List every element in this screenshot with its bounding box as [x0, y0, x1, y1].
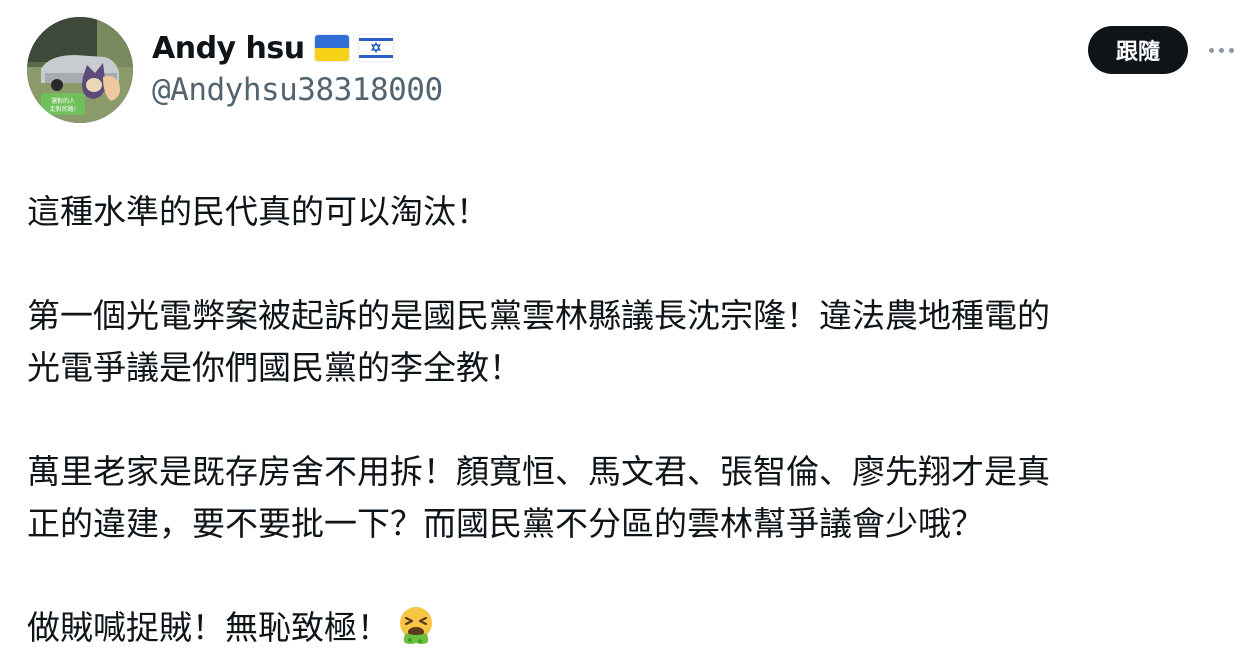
tweet-paragraph-text: 做賊喊捉賊！無恥致極！ — [27, 608, 390, 647]
more-dot — [1208, 47, 1214, 53]
tweet-paragraph: 這種水準的民代真的可以淘汰！ — [27, 192, 489, 231]
user-handle[interactable]: @Andyhsu38318000 — [152, 72, 443, 108]
display-name-text[interactable]: Andy hsu — [152, 31, 305, 66]
ukraine-flag-icon — [314, 35, 349, 61]
tweet-paragraph: 第一個光電弊案被起訴的是國民黨雲林縣議長沈宗隆！違法農地種電的 光電爭議是你們國… — [27, 296, 1050, 387]
more-dot — [1218, 47, 1224, 53]
tweet-paragraph: 萬里老家是既存房舍不用拆！顏寬恒、馬文君、張智倫、廖先翔才是真 正的違建，要不要… — [27, 452, 1050, 543]
avatar-caption-line-1: 選對的人 — [51, 97, 75, 105]
avatar[interactable]: 選對的人 走對的路! — [27, 17, 133, 123]
avatar-caption-line-2: 走對的路! — [50, 105, 76, 113]
follow-button[interactable]: 跟隨 — [1088, 26, 1188, 74]
tweet-text: 這種水準的民代真的可以淘汰！ 第一個光電弊案被起訴的是國民黨雲林縣議長沈宗隆！違… — [27, 186, 1227, 654]
more-dot — [1228, 47, 1234, 53]
more-options-icon[interactable] — [1203, 36, 1239, 64]
israel-flag-icon — [358, 35, 393, 61]
avatar-image: 選對的人 走對的路! — [27, 17, 133, 123]
tweet-paragraph-last: 做賊喊捉賊！無恥致極！ — [27, 602, 1227, 654]
vomiting-face-emoji — [396, 605, 436, 645]
display-name[interactable]: Andy hsu — [152, 28, 393, 68]
